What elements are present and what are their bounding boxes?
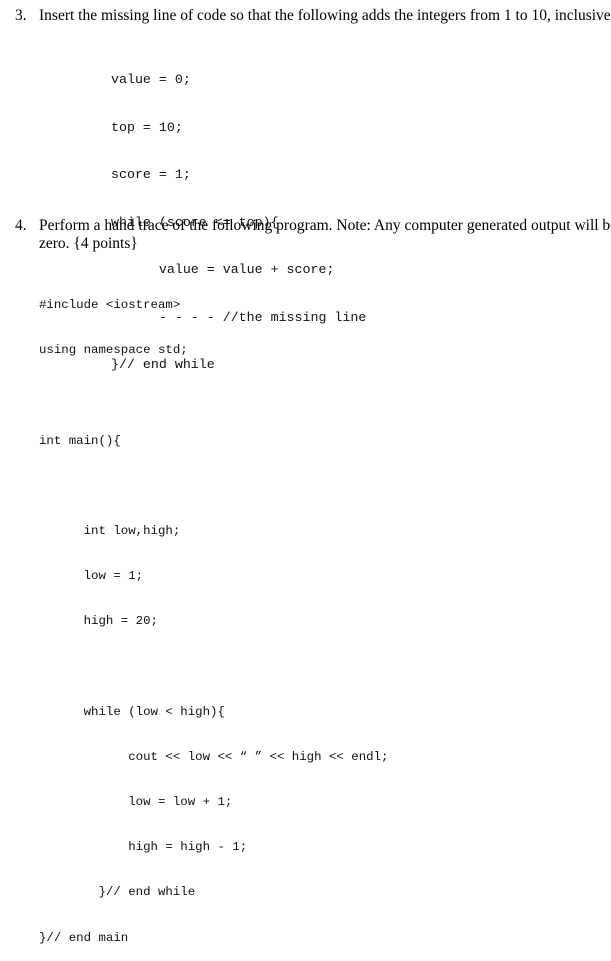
code-line: cout << low << “ ” << high << endl; xyxy=(39,749,389,764)
code-line: }// end main xyxy=(39,930,129,945)
question-4-number: 4. xyxy=(15,217,27,234)
code-line: int low,high; xyxy=(39,523,181,538)
code-line: low = low + 1; xyxy=(39,795,233,810)
code-line: }// end while xyxy=(39,885,196,900)
code-line: #include <iostream> xyxy=(39,298,181,312)
code-line: int main(){ xyxy=(39,433,121,448)
code-line: score = 1; xyxy=(111,167,191,182)
code-line: high = 20; xyxy=(39,614,158,629)
code-line: top = 10; xyxy=(111,119,183,135)
code-line: using namespace std; xyxy=(39,343,188,358)
question-4: 4. Perform a hand trace of the following… xyxy=(15,217,611,257)
question-4-code-block: #include <iostream> using namespace std;… xyxy=(39,268,388,961)
code-line: value = 0; xyxy=(111,72,191,87)
code-line: low = 1; xyxy=(39,569,144,584)
question-3-prompt: Insert the missing line of code so that … xyxy=(39,7,611,24)
code-line: while (low < high){ xyxy=(39,704,225,719)
code-line: high = high - 1; xyxy=(39,840,248,855)
question-4-prompt-line-2: zero. {4 points} xyxy=(39,235,138,252)
question-3-number: 3. xyxy=(15,7,27,24)
question-4-prompt-line-1: Perform a hand trace of the following pr… xyxy=(39,217,611,234)
